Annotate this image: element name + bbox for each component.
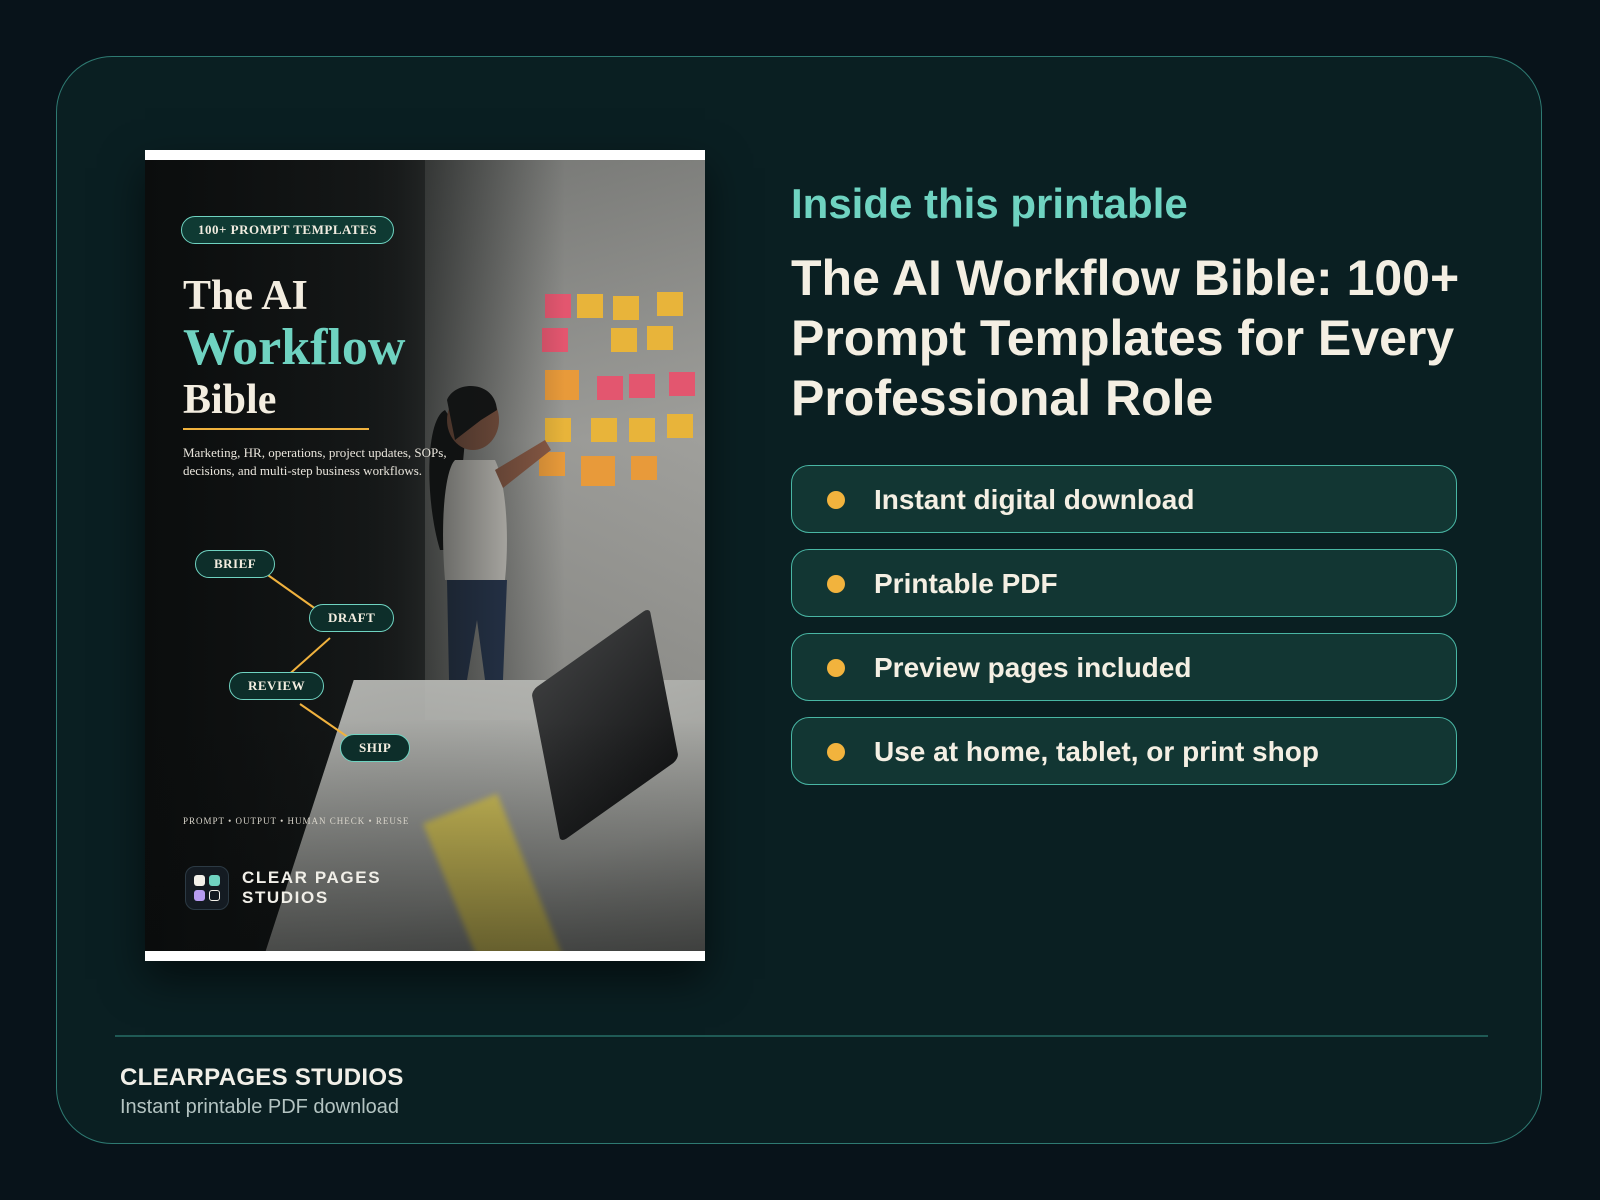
product-headline: The AI Workflow Bible: 100+ Prompt Templ… (791, 250, 1460, 426)
cover-brand-line2: STUDIOS (242, 888, 329, 907)
cover-footer-steps: PROMPT • OUTPUT • HUMAN CHECK • REUSE (183, 816, 410, 826)
bullet-dot-icon (827, 575, 845, 593)
flow-node-ship: SHIP (340, 734, 411, 762)
book-cover[interactable]: 100+ PROMPT TEMPLATES The AI Workflow Bi… (145, 150, 705, 961)
cover-brand-line1: CLEAR PAGES (242, 868, 382, 887)
feature-item: Printable PDF (791, 549, 1457, 617)
feature-list: Instant digital download Printable PDF P… (791, 465, 1457, 801)
flow-node-review: REVIEW (229, 672, 325, 700)
feature-label: Instant digital download (874, 484, 1195, 515)
footer-brand: CLEARPAGES STUDIOS (120, 1064, 404, 1091)
flow-node-draft: DRAFT (309, 604, 395, 632)
bullet-dot-icon (827, 659, 845, 677)
brand-logo-icon (185, 866, 229, 910)
section-eyebrow: Inside this printable (791, 180, 1188, 227)
feature-label: Printable PDF (874, 568, 1058, 599)
bullet-dot-icon (827, 491, 845, 509)
feature-item: Instant digital download (791, 465, 1457, 533)
cover-art: 100+ PROMPT TEMPLATES The AI Workflow Bi… (145, 160, 705, 951)
feature-label: Use at home, tablet, or print shop (874, 736, 1319, 767)
bullet-dot-icon (827, 743, 845, 761)
feature-item: Use at home, tablet, or print shop (791, 717, 1457, 785)
footer-divider (115, 1035, 1488, 1037)
cover-brand: CLEAR PAGES STUDIOS (242, 868, 381, 908)
footer-tagline: Instant printable PDF download (120, 1096, 400, 1118)
feature-item: Preview pages included (791, 633, 1457, 701)
flow-node-brief: BRIEF (195, 550, 276, 578)
feature-label: Preview pages included (874, 652, 1192, 683)
